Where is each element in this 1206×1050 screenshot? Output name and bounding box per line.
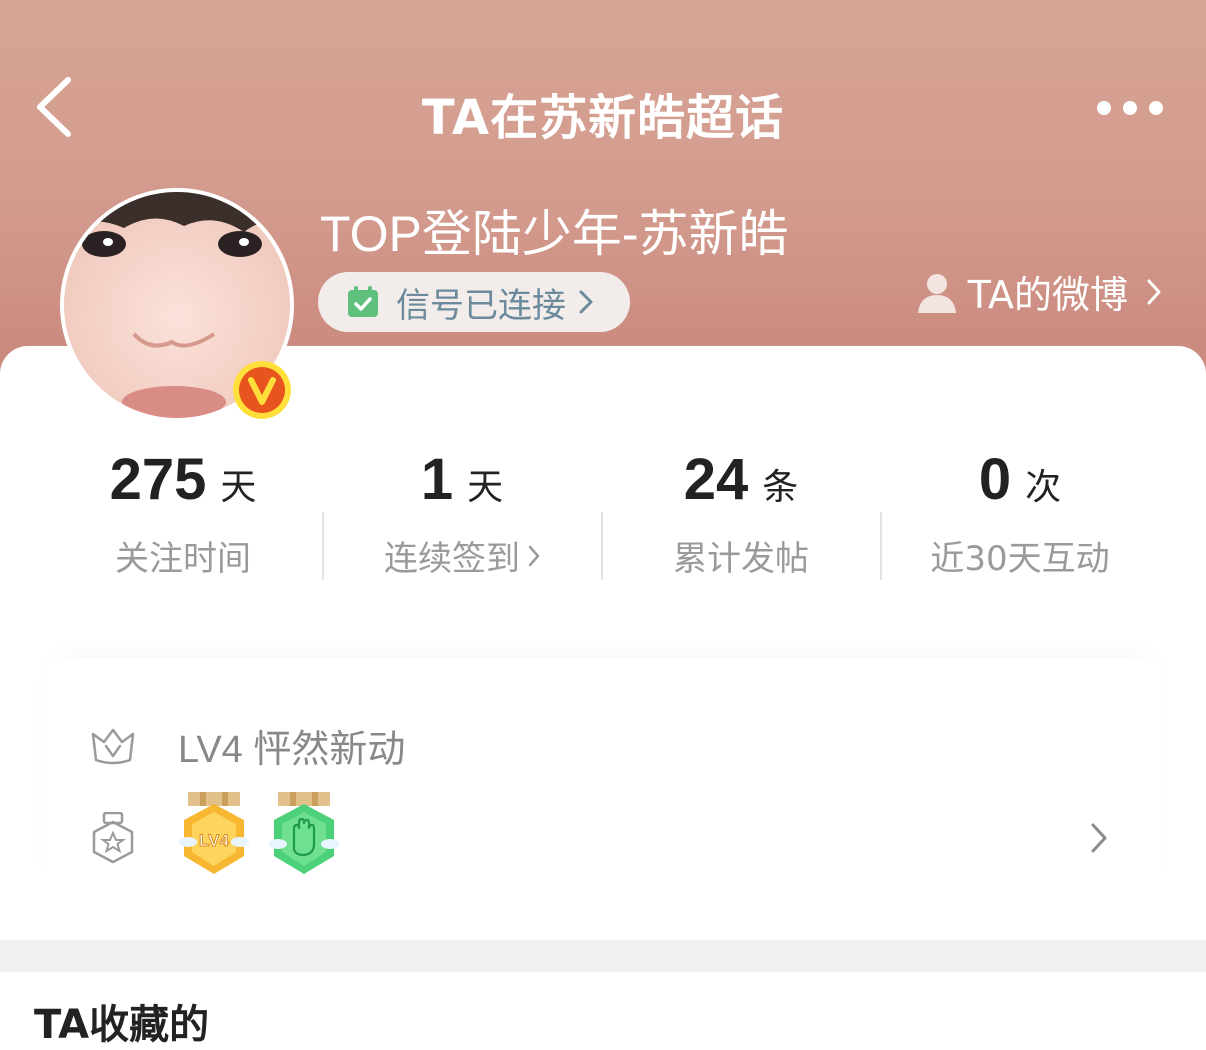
medals-row[interactable]: LV4 — [90, 792, 1160, 892]
stat-follow-time: 275 天 关注时间 — [109, 447, 257, 579]
level-text: LV4 怦然新动 — [178, 729, 406, 771]
medal-outline-icon — [92, 812, 134, 864]
level-crown-icon — [91, 728, 135, 764]
verified-badge — [232, 360, 292, 420]
profile-card: 275 天 关注时间 1天 连续签到 24 条 累计发帖 0次 近30天互动 LV4… — [0, 346, 1206, 940]
section-title: TA收藏的 — [34, 1002, 210, 1048]
signal-label: 信号已连接 — [396, 285, 566, 326]
more-button[interactable] — [1094, 96, 1166, 120]
level-row: LV4 怦然新动 — [90, 718, 405, 773]
lv4-medal-icon: LV4 — [179, 792, 249, 874]
stat-checkin-streak[interactable]: 1天 连续签到 — [322, 446, 602, 580]
verified-v-icon — [233, 361, 291, 419]
user-name: TOP登陆少年-苏新皓 — [320, 206, 789, 262]
signal-status-button[interactable]: 信号已连接 — [318, 272, 630, 332]
section-divider — [0, 940, 1206, 972]
chevron-right-icon — [579, 290, 593, 314]
divider — [880, 512, 882, 580]
divider — [601, 512, 603, 580]
stat-label: 连续签到 — [384, 539, 520, 579]
stat-label: 关注时间 — [115, 539, 251, 579]
stat-interactions-30d: 0次 近30天互动 — [930, 447, 1110, 579]
svg-text:LV4: LV4 — [199, 831, 229, 850]
calendar-check-icon — [348, 286, 378, 317]
chevron-right-icon[interactable] — [1090, 822, 1108, 854]
weibo-link-label: TA的微博 — [967, 273, 1128, 317]
stat-label: 近30天互动 — [930, 539, 1110, 579]
chevron-right-icon — [528, 545, 540, 566]
stat-label: 累计发帖 — [673, 539, 809, 579]
divider — [322, 512, 324, 580]
more-dots-icon — [1097, 101, 1163, 115]
stats-row: 275 天 关注时间 1天 连续签到 24 条 累计发帖 0次 近30天互动 — [42, 446, 1164, 616]
ta-weibo-link[interactable]: TA的微博 — [916, 264, 1162, 319]
hand-medal-icon — [269, 792, 339, 874]
chevron-right-icon — [1147, 279, 1161, 304]
person-icon — [917, 273, 956, 313]
page-title: TA在苏新皓超话 — [421, 90, 785, 146]
stat-total-posts: 24 条 累计发帖 — [673, 447, 809, 579]
